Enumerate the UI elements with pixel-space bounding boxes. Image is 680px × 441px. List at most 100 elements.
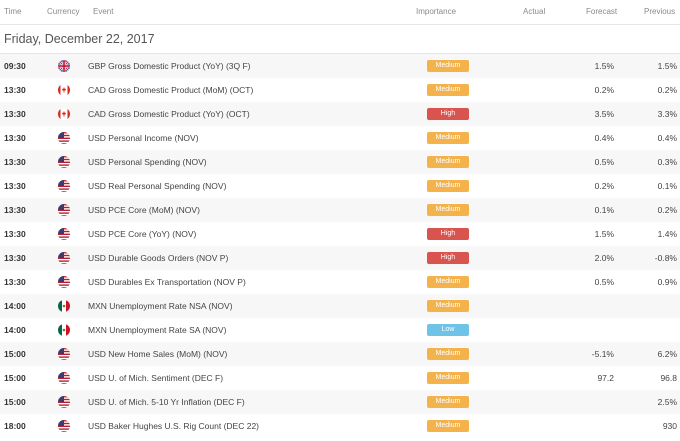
previous-value: 96.8 bbox=[660, 373, 677, 383]
event-time: 14:00 bbox=[4, 325, 26, 335]
forecast-value: 2.0% bbox=[594, 253, 614, 263]
event-name[interactable]: USD PCE Core (YoY) (NOV) bbox=[88, 222, 196, 246]
header-previous[interactable]: Previous bbox=[644, 7, 675, 16]
event-name[interactable]: USD Baker Hughes U.S. Rig Count (DEC 22) bbox=[88, 414, 259, 438]
previous-value: 0.1% bbox=[657, 181, 677, 191]
event-name[interactable]: MXN Unemployment Rate SA (NOV) bbox=[88, 318, 226, 342]
table-row[interactable]: 15:00 USD U. of Mich. Sentiment (DEC F) Me… bbox=[0, 366, 680, 390]
header-actual[interactable]: Actual bbox=[523, 7, 545, 16]
previous-value: 1.4% bbox=[657, 229, 677, 239]
previous-value: 930 bbox=[662, 421, 677, 431]
event-name[interactable]: CAD Gross Domestic Product (YoY) (OCT) bbox=[88, 102, 250, 126]
event-time: 13:30 bbox=[4, 133, 26, 143]
importance-badge: Medium bbox=[427, 396, 469, 408]
previous-value: 3.3% bbox=[657, 109, 677, 119]
ca-flag-icon bbox=[58, 84, 70, 96]
header-event[interactable]: Event bbox=[93, 7, 113, 16]
table-row[interactable]: 13:30 USD Durable Goods Orders (NOV P) Hig… bbox=[0, 246, 680, 270]
forecast-value: -5.1% bbox=[591, 349, 614, 359]
forecast-value: 0.5% bbox=[594, 157, 614, 167]
us-flag-icon bbox=[58, 180, 70, 192]
table-row[interactable]: 13:30 CAD Gross Domestic Product (YoY) (O… bbox=[0, 102, 680, 126]
mx-flag-icon bbox=[58, 300, 70, 312]
forecast-value: 1.5% bbox=[594, 61, 614, 71]
table-row[interactable]: 13:30 USD Personal Income (NOV) Medium 0.4%… bbox=[0, 126, 680, 150]
event-time: 09:30 bbox=[4, 61, 26, 71]
importance-badge: High bbox=[427, 252, 469, 264]
us-flag-icon bbox=[58, 132, 70, 144]
table-row[interactable]: 13:30 CAD Gross Domestic Product (MoM) (O… bbox=[0, 78, 680, 102]
previous-value: -0.8% bbox=[654, 253, 677, 263]
event-time: 15:00 bbox=[4, 397, 26, 407]
event-time: 13:30 bbox=[4, 253, 26, 263]
event-table: 09:30 GBP Gross Domestic Product (YoY) (3… bbox=[0, 54, 680, 438]
previous-value: 0.2% bbox=[657, 205, 677, 215]
forecast-value: 0.4% bbox=[594, 133, 614, 143]
importance-badge: Medium bbox=[427, 60, 469, 72]
forecast-value: 0.2% bbox=[594, 85, 614, 95]
importance-badge: Medium bbox=[427, 372, 469, 384]
table-row[interactable]: 13:30 USD PCE Core (MoM) (NOV) Medium 0.1% 0… bbox=[0, 198, 680, 222]
event-time: 14:00 bbox=[4, 301, 26, 311]
importance-badge: Medium bbox=[427, 84, 469, 96]
forecast-value: 3.5% bbox=[594, 109, 614, 119]
table-row[interactable]: 13:30 USD PCE Core (YoY) (NOV) High 1.5% 1.4… bbox=[0, 222, 680, 246]
table-row[interactable]: 15:00 USD New Home Sales (MoM) (NOV) Mediu… bbox=[0, 342, 680, 366]
event-name[interactable]: USD U. of Mich. 5-10 Yr Inflation (DEC F… bbox=[88, 390, 245, 414]
us-flag-icon bbox=[58, 252, 70, 264]
event-time: 13:30 bbox=[4, 229, 26, 239]
us-flag-icon bbox=[58, 228, 70, 240]
table-row[interactable]: 14:00 MXN Unemployment Rate NSA (NOV) Medi… bbox=[0, 294, 680, 318]
event-name[interactable]: USD Real Personal Spending (NOV) bbox=[88, 174, 226, 198]
event-name[interactable]: GBP Gross Domestic Product (YoY) (3Q F) bbox=[88, 54, 251, 78]
importance-badge: Medium bbox=[427, 204, 469, 216]
previous-value: 0.9% bbox=[657, 277, 677, 287]
importance-badge: Medium bbox=[427, 180, 469, 192]
table-row[interactable]: 13:30 USD Durables Ex Transportation (NOV… bbox=[0, 270, 680, 294]
forecast-value: 0.5% bbox=[594, 277, 614, 287]
importance-badge: Medium bbox=[427, 156, 469, 168]
table-row[interactable]: 09:30 GBP Gross Domestic Product (YoY) (3… bbox=[0, 54, 680, 78]
event-time: 13:30 bbox=[4, 85, 26, 95]
event-time: 13:30 bbox=[4, 109, 26, 119]
previous-value: 0.4% bbox=[657, 133, 677, 143]
event-name[interactable]: USD PCE Core (MoM) (NOV) bbox=[88, 198, 200, 222]
forecast-value: 0.2% bbox=[594, 181, 614, 191]
event-name[interactable]: USD Durable Goods Orders (NOV P) bbox=[88, 246, 228, 270]
ca-flag-icon bbox=[58, 108, 70, 120]
importance-badge: Low bbox=[427, 324, 469, 336]
header-currency[interactable]: Currency bbox=[47, 7, 79, 16]
importance-badge: Medium bbox=[427, 300, 469, 312]
previous-value: 0.3% bbox=[657, 157, 677, 167]
header-importance[interactable]: Importance bbox=[416, 7, 456, 16]
event-name[interactable]: USD Personal Spending (NOV) bbox=[88, 150, 207, 174]
event-name[interactable]: USD U. of Mich. Sentiment (DEC F) bbox=[88, 366, 223, 390]
header-forecast[interactable]: Forecast bbox=[586, 7, 617, 16]
table-row[interactable]: 13:30 USD Real Personal Spending (NOV) Med… bbox=[0, 174, 680, 198]
us-flag-icon bbox=[58, 276, 70, 288]
event-name[interactable]: MXN Unemployment Rate NSA (NOV) bbox=[88, 294, 233, 318]
forecast-value: 1.5% bbox=[594, 229, 614, 239]
us-flag-icon bbox=[58, 396, 70, 408]
us-flag-icon bbox=[58, 204, 70, 216]
event-time: 13:30 bbox=[4, 181, 26, 191]
event-time: 15:00 bbox=[4, 349, 26, 359]
table-row[interactable]: 14:00 MXN Unemployment Rate SA (NOV) Low bbox=[0, 318, 680, 342]
event-time: 13:30 bbox=[4, 157, 26, 167]
table-row[interactable]: 15:00 USD U. of Mich. 5-10 Yr Inflation (… bbox=[0, 390, 680, 414]
date-heading: Friday, December 22, 2017 bbox=[0, 25, 680, 54]
event-time: 13:30 bbox=[4, 277, 26, 287]
table-row[interactable]: 13:30 USD Personal Spending (NOV) Medium 0.… bbox=[0, 150, 680, 174]
gb-flag-icon bbox=[58, 60, 70, 72]
us-flag-icon bbox=[58, 372, 70, 384]
event-name[interactable]: USD Personal Income (NOV) bbox=[88, 126, 199, 150]
header-time[interactable]: Time bbox=[4, 7, 21, 16]
event-name[interactable]: USD Durables Ex Transportation (NOV P) bbox=[88, 270, 246, 294]
table-row[interactable]: 18:00 USD Baker Hughes U.S. Rig Count (DE… bbox=[0, 414, 680, 438]
importance-badge: High bbox=[427, 108, 469, 120]
event-name[interactable]: USD New Home Sales (MoM) (NOV) bbox=[88, 342, 227, 366]
event-time: 15:00 bbox=[4, 373, 26, 383]
event-name[interactable]: CAD Gross Domestic Product (MoM) (OCT) bbox=[88, 78, 253, 102]
us-flag-icon bbox=[58, 348, 70, 360]
mx-flag-icon bbox=[58, 324, 70, 336]
